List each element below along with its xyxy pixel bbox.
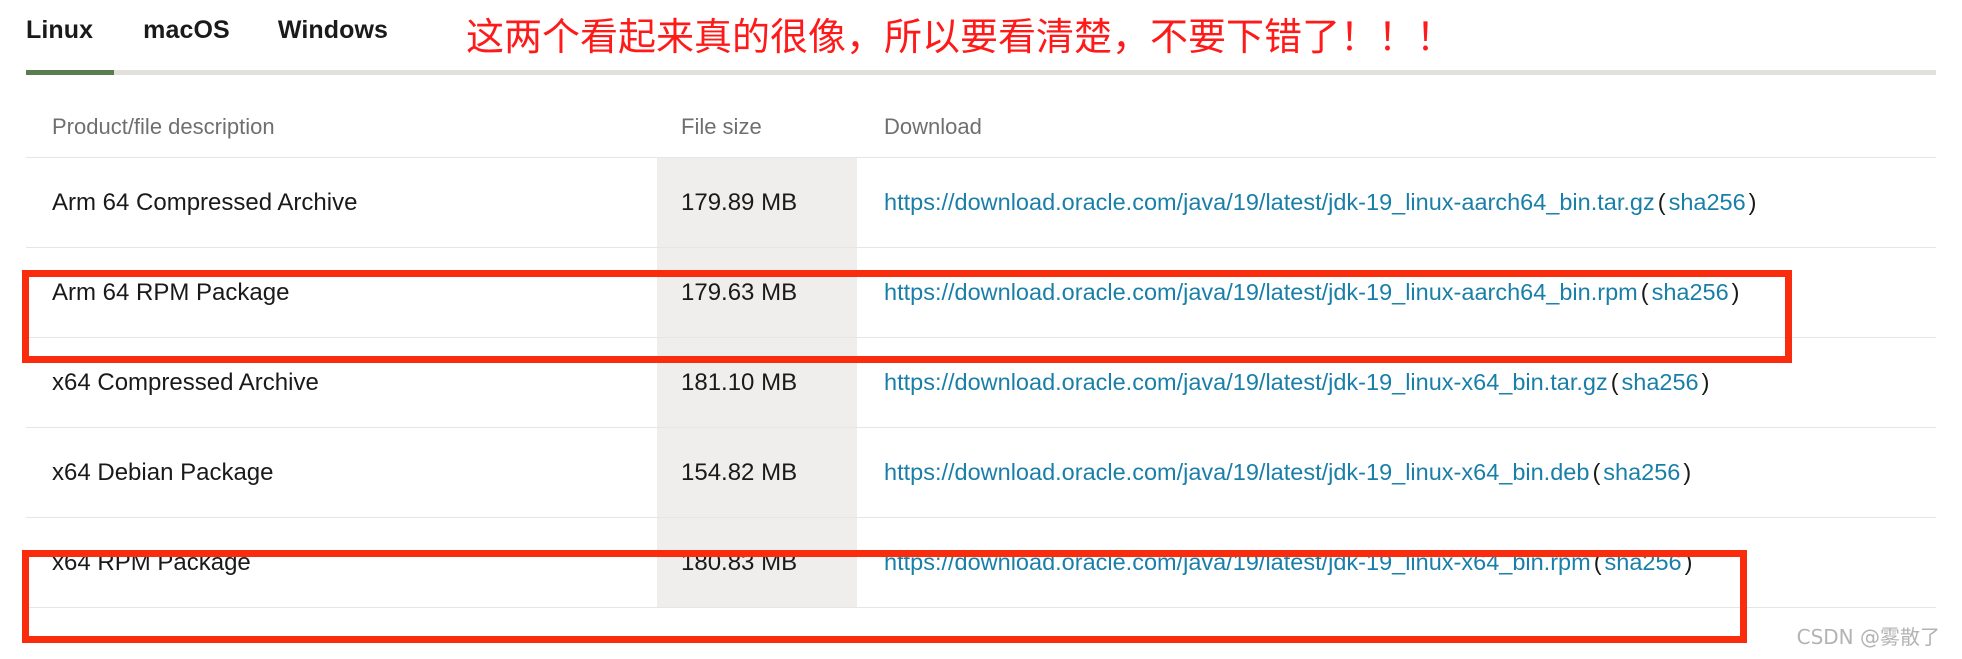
paren-close: ) (1683, 459, 1692, 485)
tab-linux[interactable]: Linux (26, 8, 93, 52)
paren-open: ( (1592, 459, 1601, 485)
download-url-link[interactable]: https://download.oracle.com/java/19/late… (884, 369, 1608, 395)
annotation-text: 这两个看起来真的很像，所以要看清楚，不要下错了！！！ (466, 15, 1455, 59)
paren-open: ( (1593, 549, 1602, 575)
cell-download: https://download.oracle.com/java/19/late… (857, 369, 1936, 396)
table-row: Arm 64 RPM Package 179.63 MB https://dow… (26, 248, 1936, 338)
watermark: CSDN @雾散了 (1796, 625, 1940, 649)
table-header-row: Product/file description File size Downl… (26, 96, 1936, 158)
cell-filesize: 154.82 MB (657, 428, 857, 517)
cell-description: x64 Debian Package (52, 458, 274, 486)
cell-download: https://download.oracle.com/java/19/late… (857, 459, 1936, 486)
paren-close: ) (1731, 279, 1740, 305)
paren-open: ( (1640, 279, 1649, 305)
cell-description: x64 Compressed Archive (52, 368, 319, 396)
cell-filesize: 179.89 MB (657, 158, 857, 247)
paren-close: ) (1748, 189, 1757, 215)
cell-filesize: 181.10 MB (657, 338, 857, 427)
tab-active-indicator (26, 70, 114, 75)
sha256-link[interactable]: sha256 (1669, 189, 1746, 215)
tab-windows[interactable]: Windows (278, 8, 388, 52)
download-url-link[interactable]: https://download.oracle.com/java/19/late… (884, 279, 1638, 305)
cell-description: x64 RPM Package (52, 548, 251, 576)
cell-description: Arm 64 RPM Package (52, 278, 290, 306)
paren-open: ( (1657, 189, 1666, 215)
download-url-link[interactable]: https://download.oracle.com/java/19/late… (884, 459, 1589, 485)
download-url-link[interactable]: https://download.oracle.com/java/19/late… (884, 189, 1655, 215)
table-row: x64 Debian Package 154.82 MB https://dow… (26, 428, 1936, 518)
cell-download: https://download.oracle.com/java/19/late… (857, 189, 1936, 216)
column-header-description: Product/file description (52, 113, 275, 139)
sha256-link[interactable]: sha256 (1605, 549, 1682, 575)
cell-download: https://download.oracle.com/java/19/late… (857, 279, 1936, 306)
cell-filesize: 180.83 MB (657, 518, 857, 607)
sha256-link[interactable]: sha256 (1603, 459, 1680, 485)
cell-filesize: 179.63 MB (657, 248, 857, 337)
paren-open: ( (1610, 369, 1619, 395)
sha256-link[interactable]: sha256 (1622, 369, 1699, 395)
download-url-link[interactable]: https://download.oracle.com/java/19/late… (884, 549, 1591, 575)
sha256-link[interactable]: sha256 (1652, 279, 1729, 305)
cell-description: Arm 64 Compressed Archive (52, 188, 358, 216)
tab-underline-track (26, 70, 1936, 75)
table-row: x64 Compressed Archive 181.10 MB https:/… (26, 338, 1936, 428)
table-row: Arm 64 Compressed Archive 179.89 MB http… (26, 158, 1936, 248)
tab-macos[interactable]: macOS (143, 8, 230, 52)
paren-close: ) (1701, 369, 1710, 395)
page-root: Linux macOS Windows 这两个看起来真的很像，所以要看清楚，不要… (0, 0, 1962, 659)
column-header-download: Download (884, 113, 982, 139)
column-header-filesize: File size (681, 113, 762, 139)
cell-download: https://download.oracle.com/java/19/late… (857, 549, 1936, 576)
download-table: Product/file description File size Downl… (26, 96, 1936, 608)
table-row: x64 RPM Package 180.83 MB https://downlo… (26, 518, 1936, 608)
paren-close: ) (1684, 549, 1693, 575)
